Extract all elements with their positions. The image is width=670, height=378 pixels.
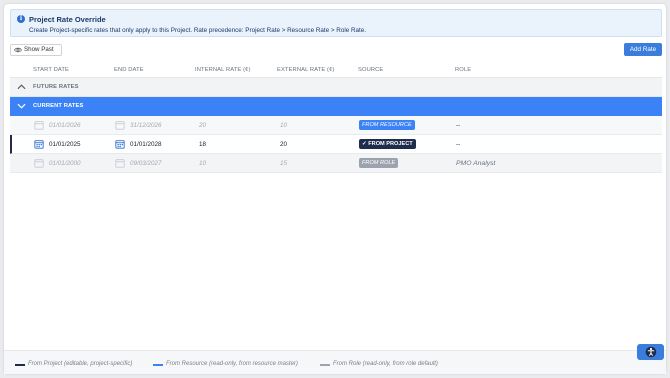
source-badge-resource: FROM RESOURCE (359, 120, 415, 130)
source-badge-project: ✓ FROM PROJECT (359, 139, 416, 149)
info-icon: i (17, 15, 25, 23)
add-rate-button[interactable]: Add Rate (624, 43, 662, 56)
calendar-icon[interactable] (115, 158, 125, 168)
legend-swatch-role (320, 364, 330, 366)
legend-role: From Role (read-only, from role default) (333, 361, 438, 367)
legend-resource: From Resource (read-only, from resource … (166, 361, 298, 367)
info-banner: i Project Rate Override Create Project-s… (10, 9, 662, 37)
table-row: 01/01/2000 09/03/2027 10 15 FROM ROLE PM… (10, 154, 662, 173)
header-role: ROLE (455, 67, 472, 73)
role-cell: -- (456, 141, 461, 148)
header-start-date: START DATE (33, 67, 70, 73)
source-badge-role: FROM ROLE (359, 158, 399, 168)
accessibility-icon (645, 346, 657, 358)
table-row: 01/01/2026 31/12/2026 20 10 FROM RESOURC… (10, 116, 662, 135)
end-date-cell[interactable]: 31/12/2026 (130, 122, 162, 129)
header-source: SOURCE (358, 67, 384, 73)
table-row: 01/01/2025 01/01/2028 18 20 ✓ FROM PROJE… (10, 135, 662, 154)
external-rate-cell: 15 (280, 160, 288, 167)
group-current-label: CURRENT RATES (33, 103, 84, 109)
external-rate-cell: 10 (280, 122, 288, 129)
chevron-up-icon (17, 84, 26, 90)
role-cell: -- (456, 122, 461, 129)
role-cell: PMO Analyst (456, 160, 496, 167)
page-frame (4, 4, 666, 374)
internal-rate-input[interactable]: 18 (199, 141, 206, 148)
source-legend: From Project (editable, project-specific… (4, 350, 666, 374)
chevron-down-icon (17, 103, 26, 109)
legend-swatch-project (15, 364, 25, 366)
start-date-cell[interactable]: 01/01/2000 (49, 160, 81, 167)
header-external-rate: EXTERNAL RATE (¢) (277, 67, 335, 73)
show-past-label: Show Past (24, 46, 54, 53)
internal-rate-cell: 20 (199, 122, 207, 129)
header-internal-rate: INTERNAL RATE (¢) (195, 67, 251, 73)
start-date-cell[interactable]: 01/01/2025 (49, 141, 81, 148)
legend-swatch-resource (153, 364, 163, 366)
calendar-icon[interactable] (34, 120, 44, 130)
calendar-icon[interactable] (34, 139, 44, 149)
eye-icon (14, 47, 22, 53)
show-past-button[interactable]: Show Past (10, 44, 62, 56)
banner-title: Project Rate Override (29, 15, 106, 24)
end-date-cell[interactable]: 09/03/2027 (130, 160, 162, 167)
external-rate-input[interactable]: 20 (280, 141, 287, 148)
group-future-rates[interactable]: FUTURE RATES (10, 78, 662, 97)
header-end-date: END DATE (114, 67, 144, 73)
internal-rate-cell: 10 (199, 160, 207, 167)
table-header: START DATE END DATE INTERNAL RATE (¢) EX… (10, 62, 662, 78)
start-date-cell[interactable]: 01/01/2026 (49, 122, 81, 129)
calendar-icon[interactable] (115, 139, 125, 149)
calendar-icon[interactable] (115, 120, 125, 130)
legend-project: From Project (editable, project-specific… (28, 361, 133, 367)
help-fab-button[interactable] (637, 344, 664, 360)
calendar-icon[interactable] (34, 158, 44, 168)
end-date-cell[interactable]: 01/01/2028 (130, 141, 162, 148)
group-current-rates[interactable]: CURRENT RATES (10, 97, 662, 116)
group-future-label: FUTURE RATES (33, 84, 79, 90)
banner-description: Create Project-specific rates that only … (29, 27, 367, 34)
